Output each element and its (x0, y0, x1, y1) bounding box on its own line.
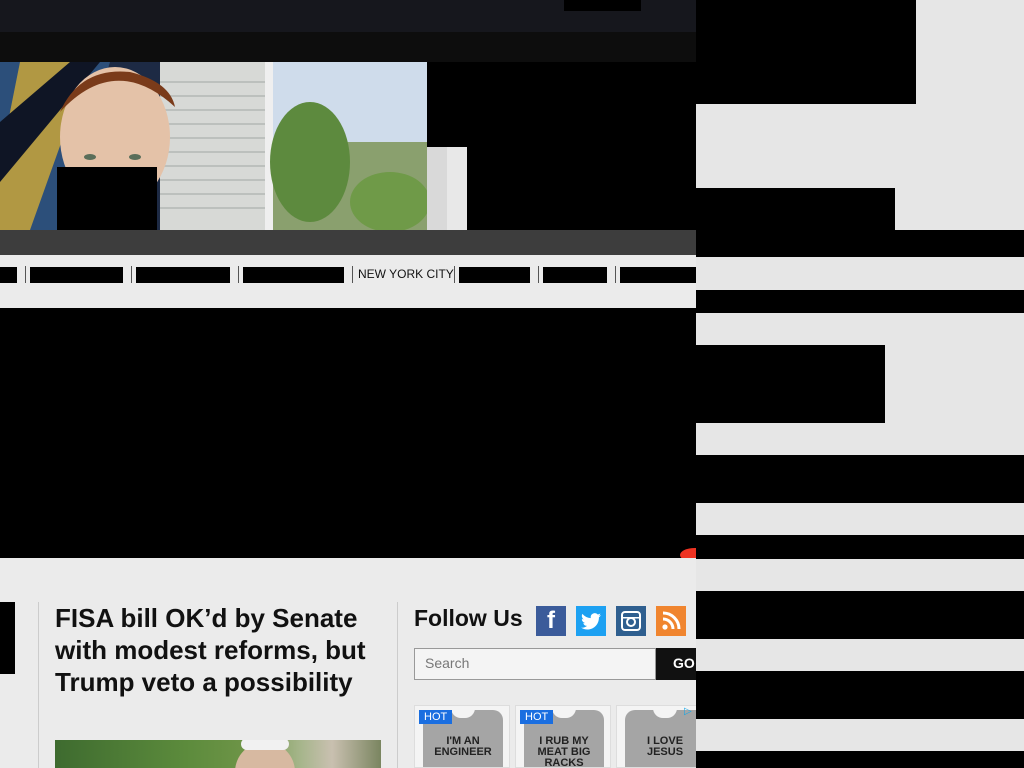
nav-item[interactable] (543, 267, 607, 283)
facebook-icon[interactable]: f (536, 606, 566, 636)
redacted-ad (0, 308, 696, 558)
redacted-block (696, 591, 1024, 639)
twitter-icon[interactable] (576, 606, 606, 636)
follow-us-title: Follow Us (414, 605, 523, 631)
shirt-ad[interactable]: I RUB MY MEAT BIG RACKS HOT (515, 705, 611, 768)
section-nav: NEW YORK CITY (0, 255, 696, 308)
redacted-block (57, 167, 157, 230)
gray-bar (0, 230, 696, 255)
nav-separator (131, 266, 132, 283)
nav-separator (238, 266, 239, 283)
shirt-text: I RUB MY MEAT BIG RACKS (537, 735, 591, 768)
shirt-text: I LOVE JESUS (646, 735, 684, 758)
top-bar (0, 0, 696, 32)
person-hair (241, 740, 289, 750)
redacted-block (696, 671, 1024, 719)
main-column: NEW YORK CITY FISA bill OK’d by Senate w… (0, 0, 696, 768)
redacted-block (564, 0, 641, 11)
nav-item[interactable] (243, 267, 344, 283)
redacted-block (696, 290, 1024, 313)
content-area: FISA bill OK’d by Senate with modest ref… (0, 558, 696, 768)
divider (397, 602, 398, 768)
nav-separator (25, 266, 26, 283)
search-go-button[interactable]: GO (656, 648, 696, 680)
nav-item[interactable] (459, 267, 530, 283)
redacted-block (696, 188, 895, 230)
shirt-ads: I'M AN ENGINEER HOT I RUB MY MEAT BIG RA… (414, 705, 696, 768)
divider (427, 147, 447, 230)
redacted-block (696, 230, 1024, 257)
nav-item-new-york-city[interactable]: NEW YORK CITY (358, 267, 454, 281)
redacted-block (427, 62, 696, 230)
shirt-text: I'M AN ENGINEER (434, 735, 492, 758)
search-input[interactable]: Search (414, 648, 656, 680)
nav-item[interactable] (136, 267, 230, 283)
shirt-ad[interactable]: I'M AN ENGINEER HOT (414, 705, 510, 768)
redacted-block (0, 602, 15, 674)
adchoices-icon[interactable]: ▷ (684, 706, 695, 717)
nav-item[interactable] (620, 267, 696, 283)
hot-badge: HOT (419, 710, 453, 724)
redacted-block (696, 455, 1024, 503)
article-headline[interactable]: FISA bill OK’d by Senate with modest ref… (55, 602, 385, 698)
banner-strip (0, 32, 696, 62)
page: NEW YORK CITY FISA bill OK’d by Senate w… (0, 0, 1024, 768)
redacted-block (696, 345, 885, 423)
redacted-block (696, 535, 1024, 559)
nav-separator (454, 266, 455, 283)
nav-item[interactable] (0, 267, 17, 283)
divider (447, 147, 467, 230)
redacted-block (696, 0, 916, 104)
nav-item[interactable] (30, 267, 123, 283)
right-column (696, 0, 1024, 768)
nav-separator (538, 266, 539, 283)
rss-icon[interactable] (656, 606, 686, 636)
article-image[interactable] (55, 740, 381, 768)
nav-separator (352, 266, 353, 283)
divider (38, 602, 39, 768)
redacted-block (696, 751, 1024, 768)
hot-badge: HOT (520, 710, 554, 724)
instagram-icon[interactable] (616, 606, 646, 636)
nav-separator (615, 266, 616, 283)
